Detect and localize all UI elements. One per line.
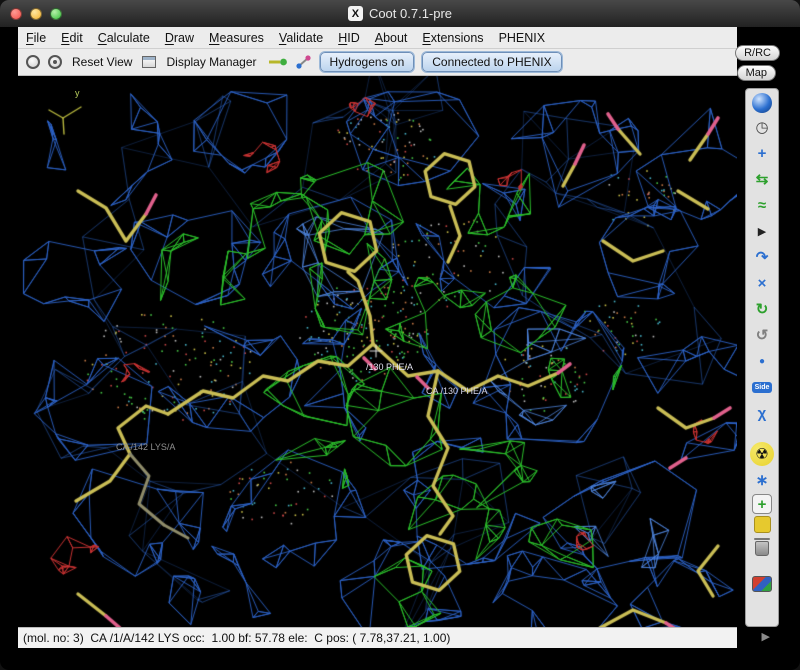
side-toolbar: ◷+⇆≈▶↷×↻↺●Sideχ☢∗+ bbox=[745, 88, 779, 627]
real-space-refine-icon[interactable]: ⇆ bbox=[750, 167, 774, 191]
menu-file[interactable]: File bbox=[26, 31, 46, 45]
gap-1 bbox=[750, 427, 774, 440]
auto-fit-rotamer-icon[interactable]: ↻ bbox=[750, 297, 774, 321]
highlight-swatch-icon[interactable] bbox=[754, 516, 771, 533]
statusbar-expander[interactable]: ▶ bbox=[762, 630, 770, 643]
menubar: File Edit Calculate Draw Measures Validate HID… bbox=[18, 27, 737, 49]
view-center-icon[interactable] bbox=[48, 55, 62, 69]
titlebar[interactable]: X Coot 0.7.1-pre bbox=[0, 0, 800, 27]
edit-chi-angles-icon[interactable]: χ bbox=[750, 401, 774, 425]
window-title-text: Coot 0.7.1-pre bbox=[369, 6, 452, 21]
menu-about[interactable]: About bbox=[375, 31, 408, 45]
display-manager-button[interactable]: Display Manager bbox=[164, 53, 258, 71]
menu-validate[interactable]: Validate bbox=[279, 31, 323, 45]
rotate-translate-icon[interactable]: × bbox=[750, 271, 774, 295]
map-button[interactable]: Map bbox=[737, 65, 776, 81]
menu-measures[interactable]: Measures bbox=[209, 31, 264, 45]
translate-icon[interactable]: + bbox=[750, 141, 774, 165]
main-toolbar: Reset View Display Manager Hydrogens on … bbox=[18, 49, 737, 76]
coot-window: X Coot 0.7.1-pre File Edit Calculate Draw Me… bbox=[0, 0, 800, 670]
gl-viewport[interactable]: /130 PHE/ACA /130 PHE/ACA /142 LYS/Ay bbox=[18, 76, 737, 627]
zoom-button[interactable] bbox=[50, 8, 62, 20]
window-controls bbox=[10, 8, 62, 20]
phenix-connection-button[interactable]: Connected to PHENIX bbox=[422, 52, 561, 72]
menu-calculate[interactable]: Calculate bbox=[98, 31, 150, 45]
alt-conf-icon[interactable]: ∗ bbox=[750, 468, 774, 492]
add-terminal-residue-icon[interactable]: + bbox=[752, 494, 772, 514]
bfactor-icon[interactable]: ☢ bbox=[750, 442, 774, 466]
status-text: (mol. no: 3) CA /1/A/142 LYS occ: 1.00 b… bbox=[23, 631, 450, 645]
hydrogens-toggle-button[interactable]: Hydrogens on bbox=[320, 52, 415, 72]
menu-edit[interactable]: Edit bbox=[61, 31, 83, 45]
statusbar: (mol. no: 3) CA /1/A/142 LYS occ: 1.00 b… bbox=[18, 627, 737, 648]
reset-view-button[interactable]: Reset View bbox=[70, 53, 134, 71]
gl-canvas[interactable] bbox=[18, 76, 737, 627]
close-button[interactable] bbox=[10, 8, 22, 20]
rotamers-icon[interactable]: ↺ bbox=[750, 323, 774, 347]
minimize-button[interactable] bbox=[30, 8, 42, 20]
menu-phenix[interactable]: PHENIX bbox=[499, 31, 546, 45]
rrc-button[interactable]: R/RC bbox=[735, 45, 780, 61]
scripting-icon[interactable] bbox=[26, 55, 40, 69]
menu-draw[interactable]: Draw bbox=[165, 31, 194, 45]
add-atom-icon[interactable]: ● bbox=[750, 349, 774, 373]
screenshot-icon[interactable] bbox=[752, 576, 772, 592]
window-title: X Coot 0.7.1-pre bbox=[0, 6, 800, 21]
play-icon[interactable]: ▶ bbox=[750, 219, 774, 243]
sidechain-180-icon[interactable]: Side bbox=[750, 375, 774, 399]
regularize-icon[interactable]: ≈ bbox=[750, 193, 774, 217]
menu-hid[interactable]: HID bbox=[338, 31, 360, 45]
gap-2 bbox=[750, 561, 774, 574]
model-sphere-icon[interactable] bbox=[752, 93, 772, 113]
key-icon[interactable] bbox=[267, 55, 288, 69]
timer-icon[interactable]: ◷ bbox=[750, 115, 774, 139]
menu-extensions[interactable]: Extensions bbox=[422, 31, 483, 45]
x11-logo-icon: X bbox=[348, 6, 363, 21]
bond-tool-icon[interactable] bbox=[296, 55, 312, 69]
display-manager-icon bbox=[142, 56, 156, 68]
delete-icon[interactable] bbox=[750, 535, 774, 559]
pepflip-icon[interactable]: ↷ bbox=[750, 245, 774, 269]
